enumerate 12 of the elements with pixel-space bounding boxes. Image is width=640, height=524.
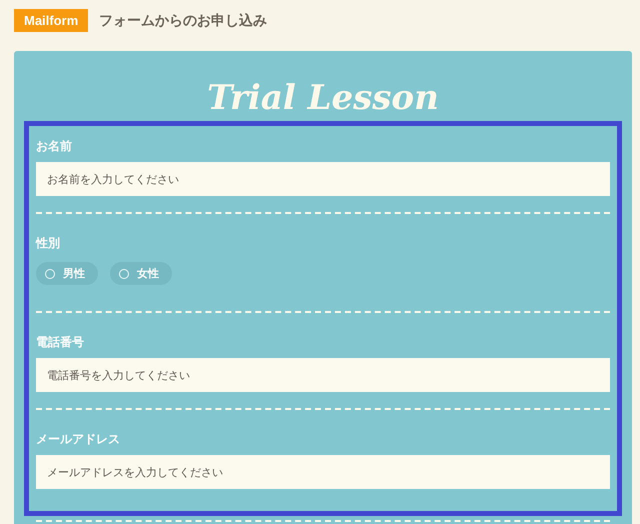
- radio-option[interactable]: 男性: [36, 262, 98, 285]
- field-label: お名前: [36, 138, 73, 155]
- page-title: フォームからのお申し込み: [99, 12, 268, 30]
- input-field[interactable]: お名前を入力してください: [36, 162, 610, 196]
- input-field[interactable]: 電話番号を入力してください: [36, 358, 610, 392]
- radio-option[interactable]: 女性: [110, 262, 172, 285]
- field-label: 性別: [36, 235, 61, 252]
- field-label: メールアドレス: [36, 431, 121, 448]
- input-field[interactable]: メールアドレスを入力してください: [36, 455, 610, 489]
- mailform-badge: Mailform: [14, 9, 88, 32]
- form-title: Trial Lesson: [207, 78, 439, 118]
- field-label: 電話番号: [36, 334, 85, 351]
